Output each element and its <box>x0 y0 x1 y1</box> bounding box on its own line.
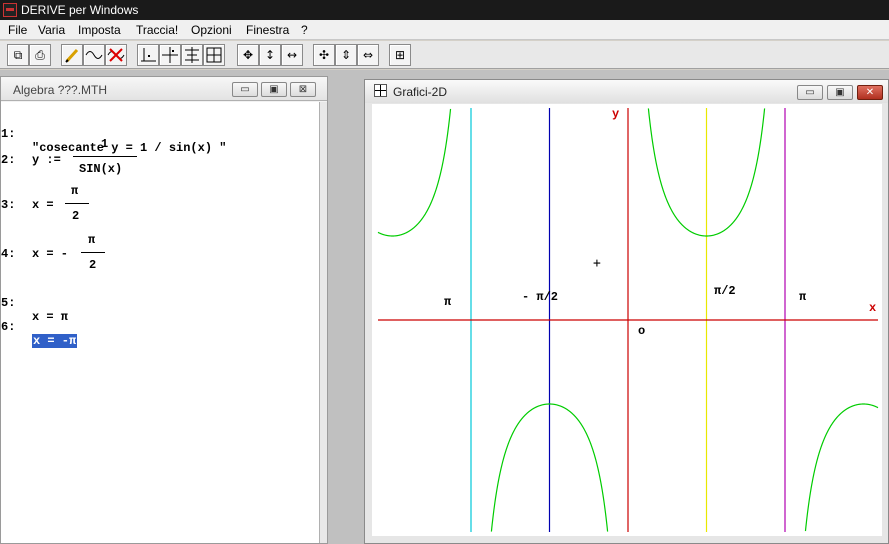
graph-minimize-button[interactable]: ▭ <box>797 85 823 100</box>
wave-icon[interactable] <box>83 44 105 66</box>
graph-maximize-button[interactable]: ▣ <box>827 85 853 100</box>
pi-half-label: π/2 <box>714 284 736 298</box>
graph-window-icon[interactable] <box>374 84 387 97</box>
delete-plot-icon[interactable] <box>105 44 127 66</box>
print-icon[interactable]: ⎙ <box>29 44 51 66</box>
app-title-bar: DERIVE per Windows <box>0 0 889 20</box>
graph-title: Grafici-2D <box>393 85 448 99</box>
copy-icon[interactable]: ⧉ <box>7 44 29 66</box>
algebra-title-bar[interactable]: Algebra ???.MTH ▭ ▣ ⊠ <box>1 77 327 101</box>
move-horizontal-icon[interactable]: ↔ <box>281 44 303 66</box>
cross-icon[interactable] <box>159 44 181 66</box>
origin-label: o <box>638 324 646 338</box>
menu-opzioni[interactable]: Opzioni <box>191 23 232 37</box>
pi-right-label: π <box>799 290 807 304</box>
axes-icon[interactable] <box>137 44 159 66</box>
minus-pi-half-label: - π/2 <box>522 290 559 304</box>
menu-bar: File Varia Imposta Traccia! Opzioni Fine… <box>0 20 889 40</box>
derive-app-icon[interactable] <box>3 3 17 17</box>
expression-row-selected[interactable]: 6: x = -π <box>1 306 78 362</box>
move-vertical-icon[interactable]: ↕ <box>259 44 281 66</box>
y-axis-label: y <box>612 107 620 121</box>
menu-file[interactable]: File <box>8 23 27 37</box>
x-axis-label: x <box>869 301 877 315</box>
algebra-minimize-button[interactable]: ▭ <box>232 82 258 97</box>
scale-icon[interactable] <box>181 44 203 66</box>
move-all-icon[interactable]: ✥ <box>237 44 259 66</box>
pencil-icon[interactable] <box>61 44 83 66</box>
csc-curve-branch-3 <box>804 403 879 532</box>
cursor-crosshair: + <box>593 256 601 271</box>
pi-left-label: π <box>444 295 452 309</box>
algebra-close-button[interactable]: ⊠ <box>290 82 316 97</box>
algebra-scrollbar[interactable] <box>319 102 327 543</box>
app-title: DERIVE per Windows <box>21 3 139 17</box>
plot-area[interactable]: y x o π - π/2 π/2 π + <box>372 104 882 536</box>
algebra-maximize-button[interactable]: ▣ <box>261 82 287 97</box>
graph-title-bar[interactable]: Grafici-2D ▭ ▣ ✕ <box>365 80 888 103</box>
menu-imposta[interactable]: Imposta <box>78 23 121 37</box>
menu-traccia[interactable]: Traccia! <box>136 23 178 37</box>
csc-plot[interactable] <box>372 104 882 536</box>
grid-icon[interactable] <box>203 44 225 66</box>
toolbar: ⧉ ⎙ ✥ ↕ ↔ ✣ ⇕ ⇔ ⊞ <box>0 41 889 69</box>
algebra-window[interactable]: Algebra ???.MTH ▭ ▣ ⊠ 1: "cosecante y = … <box>0 76 328 544</box>
menu-help[interactable]: ? <box>301 23 308 37</box>
zoom-vertical-icon[interactable]: ⇕ <box>335 44 357 66</box>
algebra-title: Algebra ???.MTH <box>13 83 108 97</box>
window-plot-icon[interactable]: ⊞ <box>389 44 411 66</box>
graph-close-button[interactable]: ✕ <box>857 85 883 100</box>
selected-expression[interactable]: x = -π <box>32 334 78 348</box>
zoom-in-icon[interactable]: ✣ <box>313 44 335 66</box>
algebra-expressions[interactable]: 1: "cosecante y = 1 / sin(x) " 2: y := 1… <box>1 102 319 543</box>
menu-finestra[interactable]: Finestra <box>246 23 289 37</box>
zoom-horizontal-icon[interactable]: ⇔ <box>357 44 379 66</box>
csc-curve-branch-0 <box>377 108 452 237</box>
menu-varia[interactable]: Varia <box>38 23 65 37</box>
graph-window[interactable]: Grafici-2D ▭ ▣ ✕ y x o π - π/2 π/2 π + <box>364 79 889 544</box>
